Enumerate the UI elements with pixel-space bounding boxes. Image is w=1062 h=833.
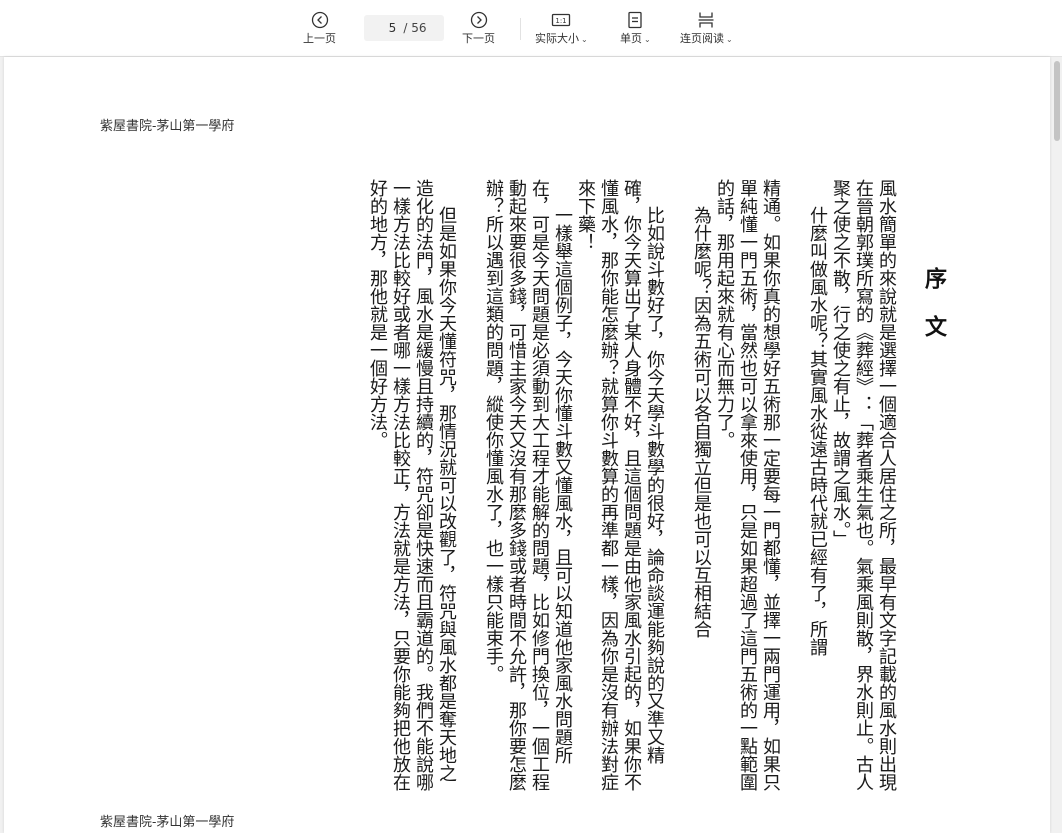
page-header: 紫屋書院-茅山第一學府 [100, 119, 235, 134]
paragraph: 風水簡單的來說就是選擇一個適合人居住之所，最早有文字記載的風水則出現在晉朝郭璞所… [830, 179, 897, 791]
current-page-input[interactable] [381, 21, 404, 35]
continuous-reading-label: 连页阅读 [680, 32, 724, 45]
paragraph: 但是如果你今天懂符咒，那情況就可以改觀了，符咒與風水都是奪天地之造化的法門，風水… [367, 179, 457, 791]
actual-size-label: 实际大小 [535, 32, 579, 45]
paragraph: 精通。如果你真的想學好五術那一定要每一門都懂，並擇一兩門運用，如果只單純懂一門五… [714, 179, 781, 791]
total-pages: / 56 [403, 21, 427, 35]
single-page-button[interactable]: 单页 ⌄ [620, 10, 651, 47]
page-title: 序文 [921, 267, 947, 363]
vertical-scrollbar[interactable] [1052, 57, 1062, 833]
continuous-page-icon [697, 10, 715, 30]
chevron-right-circle-icon [470, 10, 488, 30]
svg-text:1:1: 1:1 [556, 17, 567, 25]
document-body: 風水簡單的來說就是選擇一個適合人居住之所，最早有文字記載的風水則出現在晉朝郭璞所… [132, 179, 898, 799]
scrollbar-thumb[interactable] [1054, 61, 1060, 141]
viewer-toolbar: 上一页 / 56 下一页 1:1 实际大小⌄ 单页⌄ 连页阅读⌄ [0, 0, 1062, 57]
chevron-left-circle-icon [311, 10, 329, 30]
paragraph: 什麼叫做風水呢？其實風水從遠古時代就已經有了，所謂 [807, 206, 828, 656]
one-to-one-icon: 1:1 [551, 10, 571, 30]
single-page-icon [627, 10, 643, 30]
page-indicator: / 56 [364, 15, 444, 41]
document-page: 紫屋書院-茅山第一學府 序文 風水簡單的來說就是選擇一個適合人居住之所，最早有文… [4, 57, 1050, 833]
paragraph: 為什麼呢？因為五術可以各自獨立但是也可以互相結合 [691, 206, 712, 638]
paragraph: 一樣舉這個例子，今天你懂斗數又懂風水，且可以知道他家風水問題所在，可是今天問題是… [483, 179, 573, 791]
chevron-down-icon: ⌄ [644, 35, 651, 44]
prev-page-label: 上一页 [303, 32, 336, 45]
chevron-down-icon: ⌄ [581, 35, 588, 44]
chevron-down-icon: ⌄ [726, 35, 733, 44]
prev-page-button[interactable]: 上一页 [303, 10, 336, 46]
next-page-label: 下一页 [462, 32, 495, 45]
continuous-reading-button[interactable]: 连页阅读 ⌄ [680, 10, 733, 47]
actual-size-button[interactable]: 1:1 实际大小 ⌄ [535, 10, 588, 47]
toolbar-divider [520, 18, 521, 40]
next-page-button[interactable]: 下一页 [462, 10, 495, 46]
single-page-label: 单页 [620, 32, 642, 45]
page-footer: 紫屋書院-茅山第一學府 [100, 815, 235, 830]
paragraph: 比如說斗數好了，你今天學斗數學的很好，論命談運能夠說的又準又精確，你今天算出了某… [575, 179, 665, 791]
